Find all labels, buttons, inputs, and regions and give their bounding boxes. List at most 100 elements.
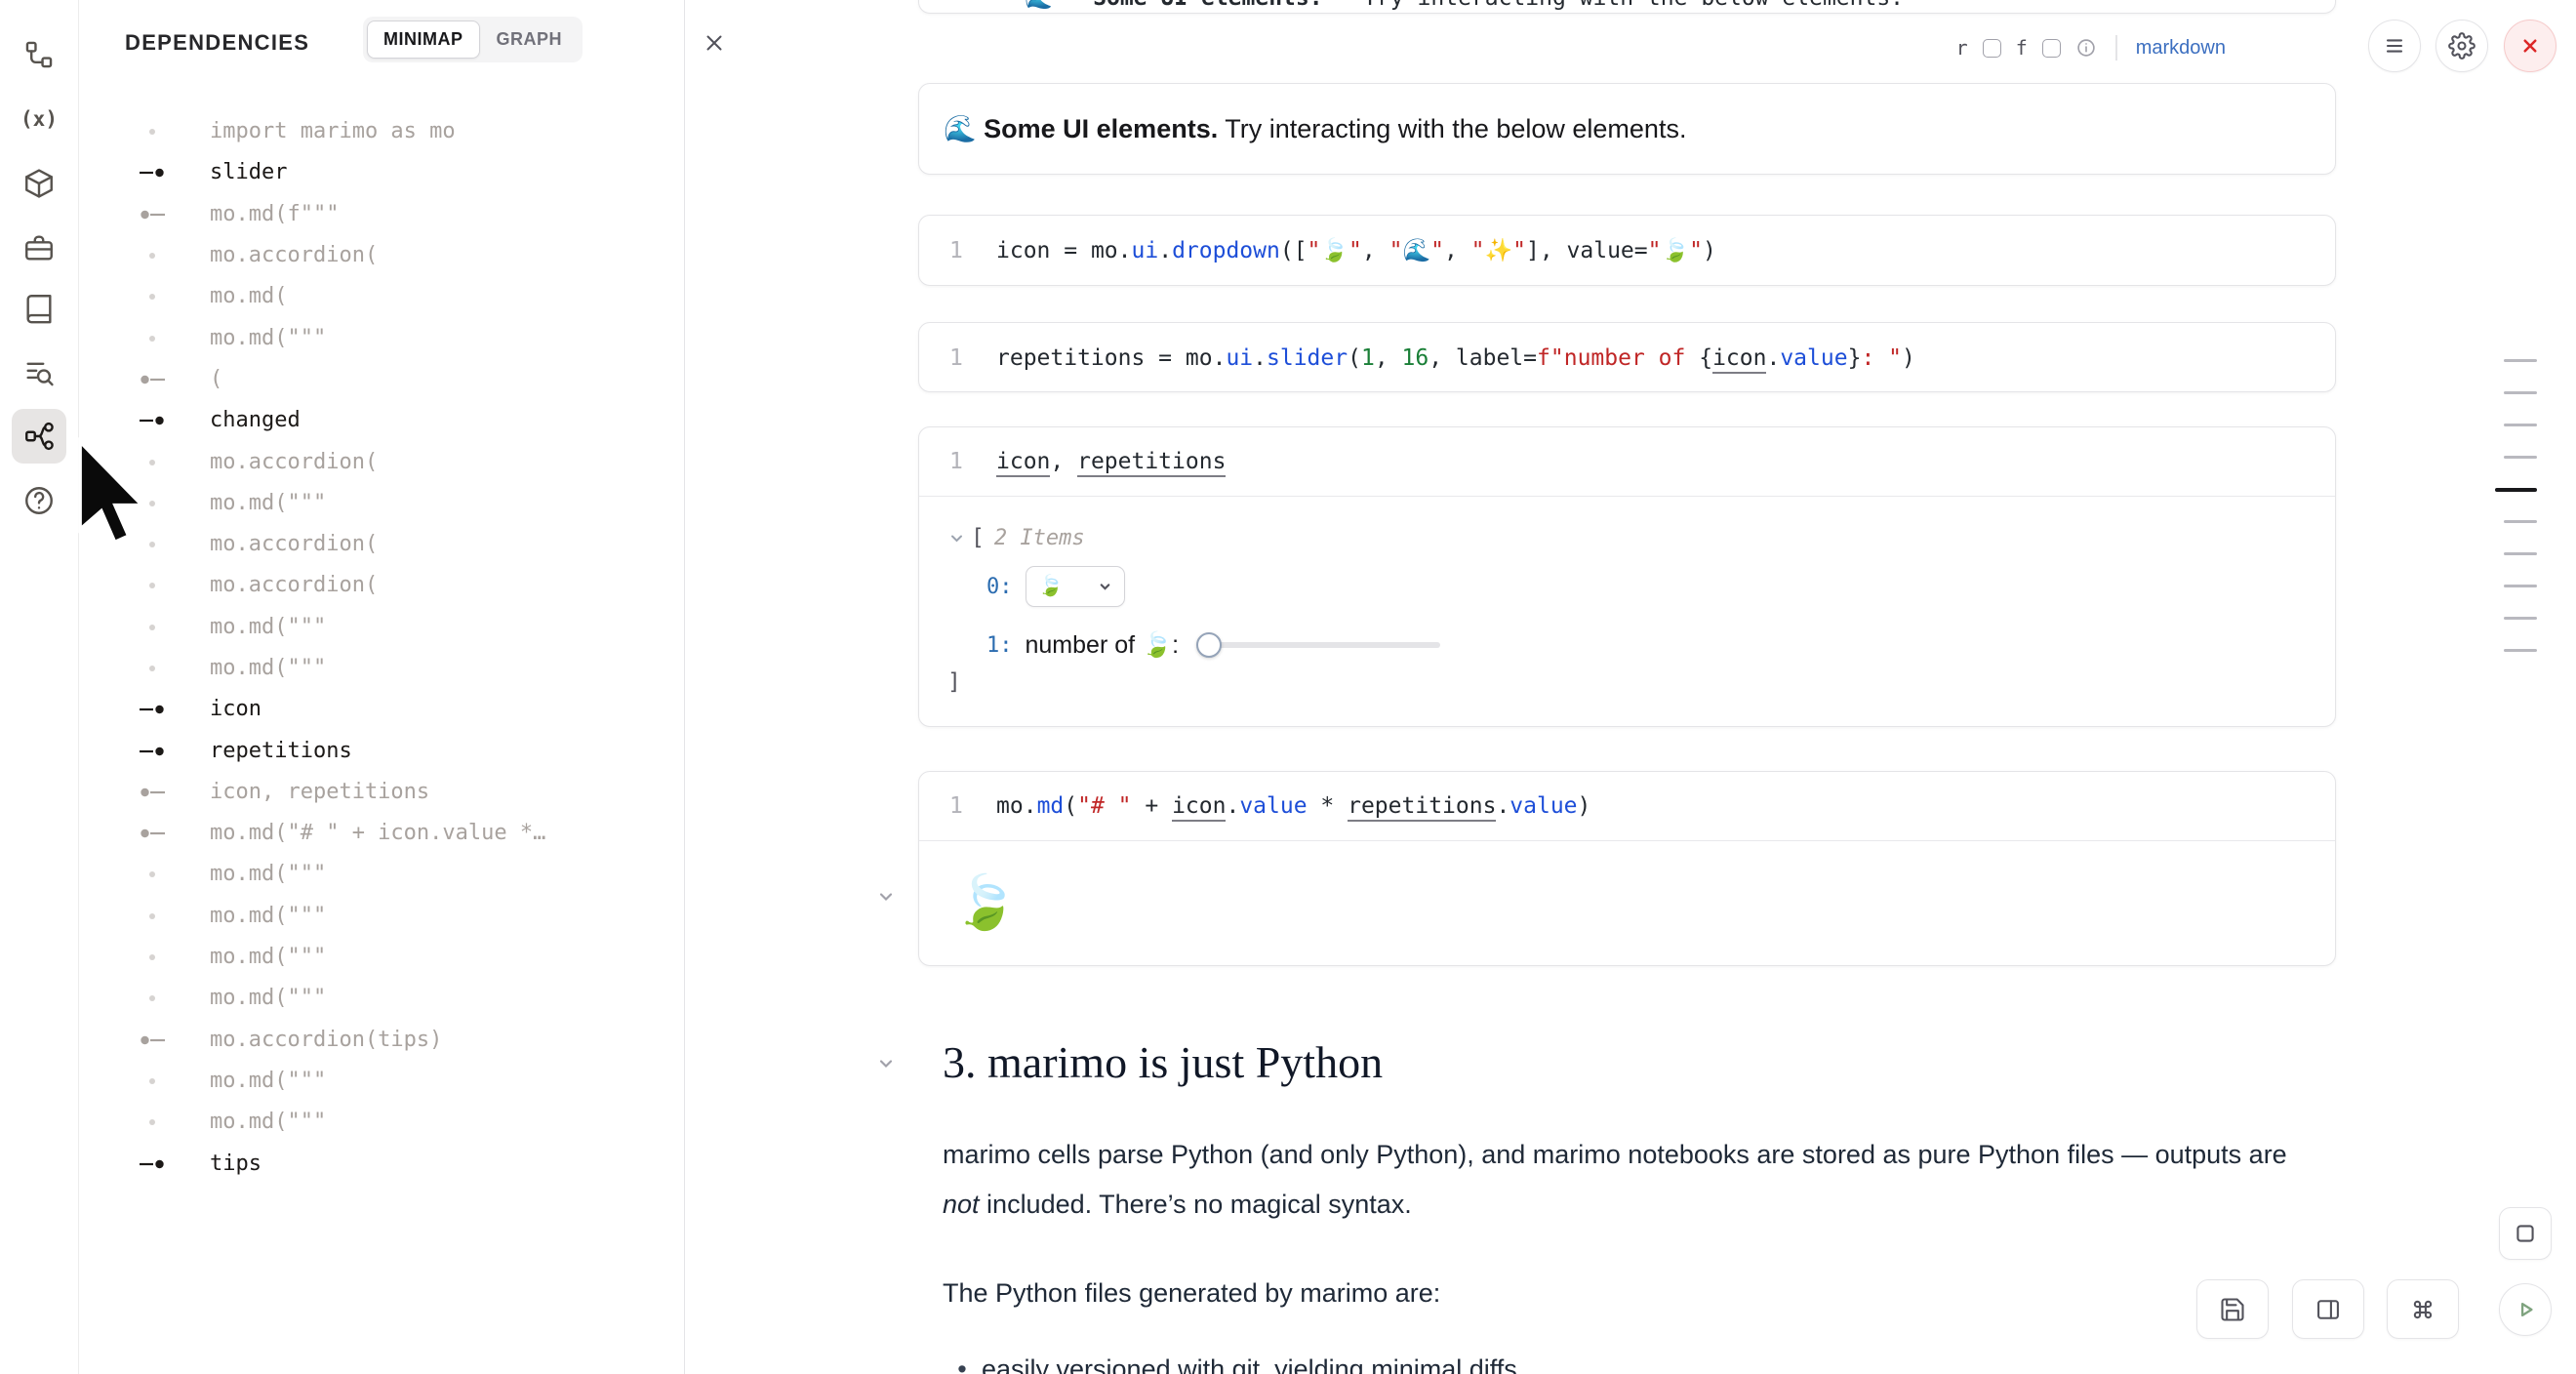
collapse-output-icon[interactable] bbox=[876, 887, 896, 907]
scroll-minimap[interactable] bbox=[2490, 359, 2549, 671]
code-editor[interactable]: 1 mo.md("# " + icon.value * repetitions.… bbox=[919, 772, 2335, 841]
minimap-item[interactable]: mo.accordion( bbox=[79, 565, 683, 606]
minimap-item[interactable]: mo.md(""" bbox=[79, 978, 683, 1019]
close-panel-button[interactable] bbox=[702, 30, 727, 59]
command-icon bbox=[2409, 1296, 2436, 1323]
code-cell-dropdown[interactable]: 1 icon = mo.ui.dropdown(["🍃", "🌊", "✨"],… bbox=[918, 215, 2336, 286]
minimap-item[interactable]: mo.md(""" bbox=[79, 1102, 683, 1143]
code-cell-tuple[interactable]: 1 icon, repetitions [ 2 Items 0: 🍃 1: nu… bbox=[918, 426, 2336, 727]
layout-button[interactable] bbox=[2292, 1279, 2364, 1339]
slider-track bbox=[1208, 642, 1440, 648]
minimap-cell-marker[interactable] bbox=[2504, 424, 2537, 426]
minimap-item[interactable]: repetitions bbox=[79, 730, 683, 771]
sidebar-item-outline[interactable] bbox=[12, 27, 66, 82]
minimap-cell-marker[interactable] bbox=[2504, 552, 2537, 555]
minimap-item[interactable]: mo.md(""" bbox=[79, 1061, 683, 1102]
cell-dot-icon bbox=[137, 1061, 168, 1102]
minimap-item[interactable]: changed bbox=[79, 400, 683, 441]
minimap-item[interactable]: ( bbox=[79, 359, 683, 400]
sidebar-item-documentation[interactable] bbox=[12, 281, 66, 336]
sidebar-item-toolbox[interactable] bbox=[12, 221, 66, 275]
minimap-cell-marker[interactable] bbox=[2504, 359, 2537, 362]
sidebar-item-packages[interactable] bbox=[12, 156, 66, 211]
minimap-item[interactable]: mo.md( bbox=[79, 276, 683, 317]
minimap-cell-marker[interactable] bbox=[2504, 585, 2537, 587]
minimap-item[interactable]: mo.accordion( bbox=[79, 524, 683, 565]
minimap-item[interactable]: import marimo as mo bbox=[79, 111, 683, 152]
minimap-item[interactable]: mo.md(f""" bbox=[79, 194, 683, 235]
code-cell-slider[interactable]: 1 repetitions = mo.ui.slider(1, 16, labe… bbox=[918, 322, 2336, 392]
code-line: repetitions = mo.ui.slider(1, 16, label=… bbox=[996, 345, 1915, 371]
minimap-item[interactable]: mo.md(""" bbox=[79, 896, 683, 937]
cell-label: mo.md(""" bbox=[210, 1110, 326, 1134]
square-icon bbox=[2512, 1220, 2539, 1247]
minimap-cell-marker[interactable] bbox=[2504, 617, 2537, 620]
minimap-item[interactable]: icon, repetitions bbox=[79, 772, 683, 813]
cell-dot-icon bbox=[137, 317, 168, 358]
minimap-cell-marker[interactable] bbox=[2504, 649, 2537, 652]
slider-thumb[interactable] bbox=[1196, 632, 1222, 658]
cell-dot-icon bbox=[137, 607, 168, 648]
code-editor[interactable]: 1 icon, repetitions bbox=[919, 427, 2335, 497]
minimap-cell-marker[interactable] bbox=[2504, 456, 2537, 459]
tab-minimap[interactable]: MINIMAP bbox=[367, 20, 480, 59]
minimap-item[interactable]: mo.md(""" bbox=[79, 607, 683, 648]
minimap-item[interactable]: mo.accordion( bbox=[79, 235, 683, 276]
minimap-cell-marker[interactable] bbox=[2495, 488, 2537, 492]
save-button[interactable] bbox=[2196, 1279, 2269, 1339]
toolbar-checkbox-r[interactable] bbox=[1983, 39, 2001, 58]
cell-label: mo.accordion( bbox=[210, 450, 378, 474]
menu-button[interactable] bbox=[2368, 20, 2421, 72]
toolbar-checkbox-f[interactable] bbox=[2042, 39, 2061, 58]
frame-button[interactable] bbox=[2499, 1207, 2552, 1260]
tree-row: 0: 🍃 bbox=[986, 565, 1125, 608]
markdown-output-text: 🌊 Some UI elements. Try interacting with… bbox=[944, 113, 1686, 144]
cell-label: mo.accordion( bbox=[210, 532, 378, 556]
cell-label: mo.md(f""" bbox=[210, 202, 339, 226]
minimap-item[interactable]: mo.md("# " + icon.value *… bbox=[79, 813, 683, 854]
cell-dot-icon bbox=[137, 1102, 168, 1143]
code-cell-md[interactable]: 1 mo.md("# " + icon.value * repetitions.… bbox=[918, 771, 2336, 966]
language-label[interactable]: markdown bbox=[2136, 37, 2226, 60]
minimap-cell-marker[interactable] bbox=[2504, 391, 2537, 394]
info-icon[interactable] bbox=[2075, 37, 2097, 59]
keyboard-shortcuts-button[interactable] bbox=[2387, 1279, 2459, 1339]
minimap-item[interactable]: mo.accordion( bbox=[79, 441, 683, 482]
run-button[interactable] bbox=[2499, 1283, 2552, 1336]
line-number: 1 bbox=[919, 238, 963, 263]
code-editor[interactable]: 1 icon = mo.ui.dropdown(["🍃", "🌊", "✨"],… bbox=[919, 216, 2335, 285]
minimap-item[interactable]: icon bbox=[79, 689, 683, 730]
slider-control[interactable] bbox=[1196, 628, 1440, 662]
minimap-item[interactable]: mo.md(""" bbox=[79, 648, 683, 689]
chevron-down-icon[interactable] bbox=[948, 530, 965, 546]
minimap-item[interactable]: tips bbox=[79, 1143, 683, 1184]
minimap-item[interactable]: slider bbox=[79, 152, 683, 193]
markdown-editor-cell[interactable]: 🌊 **Some UI elements.** Try interacting … bbox=[918, 0, 2336, 14]
cell-label: mo.md(""" bbox=[210, 656, 326, 680]
minimap-item[interactable]: mo.md(""" bbox=[79, 854, 683, 895]
minimap-cell-marker[interactable] bbox=[2504, 520, 2537, 523]
sidebar-item-logs[interactable] bbox=[12, 345, 66, 400]
cell-label: mo.md( bbox=[210, 284, 287, 308]
cell-label: mo.md(""" bbox=[210, 904, 326, 928]
list-item-text: easily versioned with git, yielding mini… bbox=[982, 1353, 1517, 1374]
minimap-item[interactable]: mo.md(""" bbox=[79, 483, 683, 524]
variable-ref-icon bbox=[137, 813, 168, 854]
minimap-item[interactable]: mo.md(""" bbox=[79, 937, 683, 978]
settings-button[interactable] bbox=[2435, 20, 2488, 72]
code-editor[interactable]: 1 repetitions = mo.ui.slider(1, 16, labe… bbox=[919, 323, 2335, 392]
sidebar-item-variables[interactable]: (x) bbox=[12, 92, 66, 146]
shutdown-button[interactable] bbox=[2504, 20, 2556, 72]
minimap-item[interactable]: mo.accordion(tips) bbox=[79, 1020, 683, 1061]
cell-label: ( bbox=[210, 367, 222, 391]
dropdown-control[interactable]: 🍃 bbox=[1026, 566, 1125, 607]
tab-graph[interactable]: GRAPH bbox=[480, 20, 580, 59]
cell-label: mo.md(""" bbox=[210, 326, 326, 350]
bracket-open: [ bbox=[971, 525, 985, 550]
tree-key: 1: bbox=[986, 633, 1013, 658]
line-number: 1 bbox=[919, 449, 963, 474]
item-count: 2 Items bbox=[994, 526, 1085, 550]
minimap-item[interactable]: mo.md(""" bbox=[79, 317, 683, 358]
toolbox-icon bbox=[22, 231, 56, 264]
collapse-section-icon[interactable] bbox=[876, 1054, 896, 1073]
